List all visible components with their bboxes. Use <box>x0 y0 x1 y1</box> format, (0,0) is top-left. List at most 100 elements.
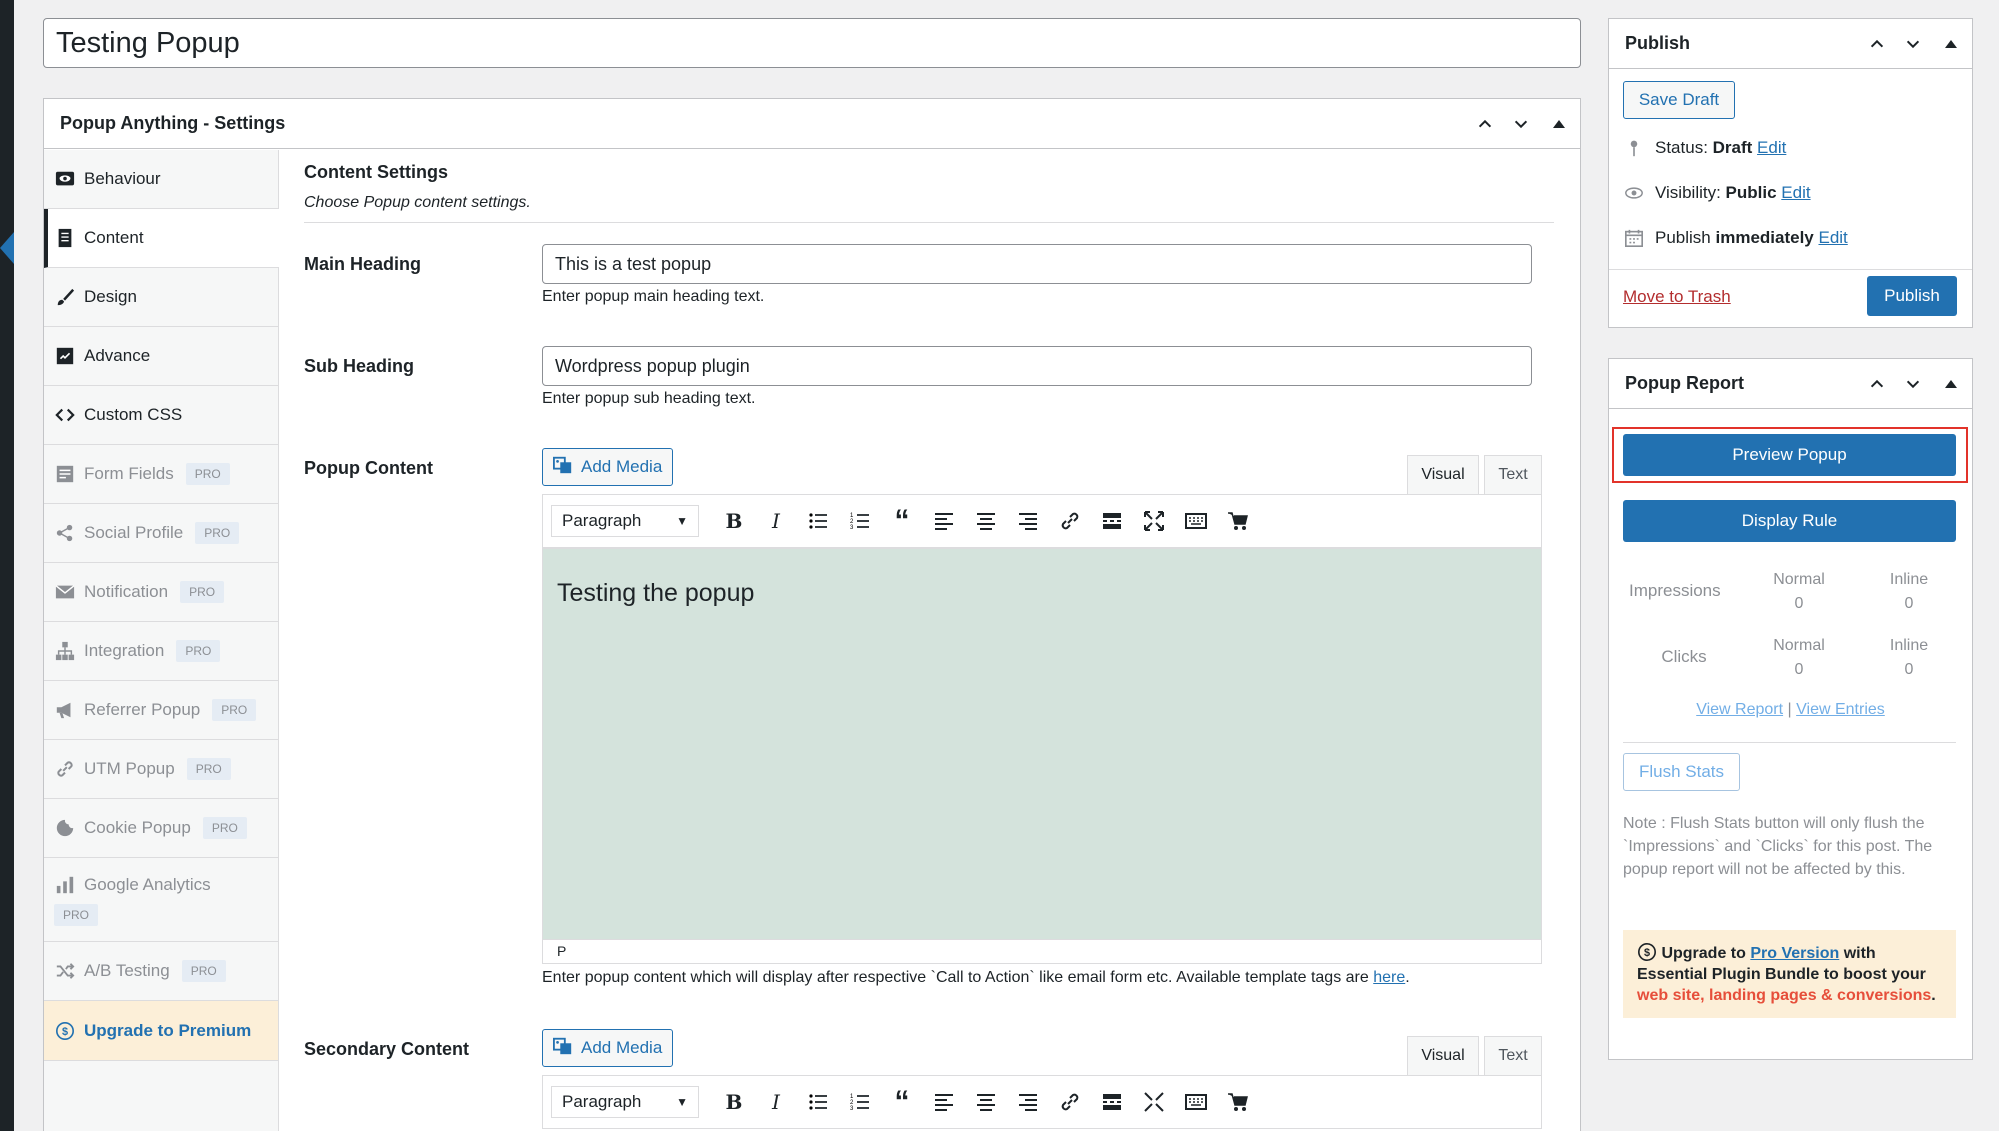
format-select[interactable]: Paragraph ▼ <box>551 505 699 537</box>
upgrade-end: . <box>1931 987 1936 1004</box>
main-heading-input[interactable]: This is a test popup <box>542 244 1532 284</box>
bullet-list-icon[interactable] <box>797 505 839 537</box>
popup-content-desc-text: Enter popup content which will display a… <box>542 969 1374 986</box>
tab-behaviour[interactable]: Behaviour <box>44 150 278 209</box>
move-down-icon[interactable] <box>1902 373 1924 395</box>
template-tags-link[interactable]: here <box>1373 969 1405 986</box>
cart-icon[interactable] <box>1217 1086 1259 1118</box>
pro-version-link[interactable]: Pro Version <box>1750 945 1839 962</box>
keyboard-icon[interactable] <box>1175 1086 1217 1118</box>
tab-cookie-popup[interactable]: Cookie Popup PRO <box>44 799 278 858</box>
italic-icon[interactable]: I <box>755 505 797 537</box>
move-down-icon[interactable] <box>1510 113 1532 135</box>
link-icon[interactable] <box>1049 1086 1091 1118</box>
tab-design[interactable]: Design <box>44 268 278 327</box>
settings-metabox-title: Popup Anything - Settings <box>60 113 286 133</box>
impressions-label: Impressions <box>1629 581 1721 600</box>
tab-custom-css[interactable]: Custom CSS <box>44 386 278 445</box>
toggle-panel-icon[interactable] <box>1938 33 1960 55</box>
save-draft-button[interactable]: Save Draft <box>1623 81 1735 119</box>
move-down-icon[interactable] <box>1902 33 1924 55</box>
view-report-link[interactable]: View Report <box>1696 701 1783 718</box>
tab-notification[interactable]: Notification PRO <box>44 563 278 622</box>
link-icon[interactable] <box>1049 505 1091 537</box>
sub-heading-input[interactable]: Wordpress popup plugin <box>542 346 1532 386</box>
publish-time-edit-link[interactable]: Edit <box>1818 228 1847 247</box>
add-media-button-secondary[interactable]: Add Media <box>542 1029 674 1067</box>
tab-label: Content <box>84 228 144 247</box>
calendar-icon <box>1623 227 1645 249</box>
align-center-icon[interactable] <box>965 1086 1007 1118</box>
add-media-button[interactable]: Add Media <box>542 448 674 486</box>
svg-text:$: $ <box>1644 947 1650 959</box>
align-right-icon[interactable] <box>1007 1086 1049 1118</box>
cart-icon[interactable] <box>1217 505 1259 537</box>
keyboard-icon[interactable] <box>1175 505 1217 537</box>
move-up-icon[interactable] <box>1866 373 1888 395</box>
tab-text[interactable]: Text <box>1484 455 1542 495</box>
form-icon <box>54 463 76 485</box>
blockquote-icon[interactable]: “ <box>881 505 923 537</box>
tab-text-secondary[interactable]: Text <box>1484 1036 1542 1076</box>
pro-badge: PRO <box>195 522 240 544</box>
tab-visual-secondary[interactable]: Visual <box>1407 1036 1479 1076</box>
tab-social-profile[interactable]: Social Profile PRO <box>44 504 278 563</box>
italic-icon[interactable]: I <box>755 1086 797 1118</box>
tab-advance[interactable]: Advance <box>44 327 278 386</box>
numbered-list-icon[interactable]: 123 <box>839 505 881 537</box>
section-title: Content Settings <box>304 162 448 182</box>
share-icon <box>54 522 76 544</box>
tab-content[interactable]: Content <box>44 209 279 268</box>
bullet-list-icon[interactable] <box>797 1086 839 1118</box>
popup-content-desc-end: . <box>1405 969 1410 986</box>
move-up-icon[interactable] <box>1866 33 1888 55</box>
format-select-secondary[interactable]: Paragraph ▼ <box>551 1086 699 1118</box>
tab-label: Social Profile <box>84 523 184 542</box>
media-icon <box>553 1036 573 1061</box>
post-title-input[interactable]: Testing Popup <box>43 18 1581 68</box>
preview-popup-button[interactable]: Preview Popup <box>1623 434 1956 476</box>
move-to-trash-link[interactable]: Move to Trash <box>1623 287 1731 307</box>
align-left-icon[interactable] <box>923 1086 965 1118</box>
tab-referrer-popup[interactable]: Referrer Popup PRO <box>44 681 278 740</box>
flush-stats-button[interactable]: Flush Stats <box>1623 753 1740 791</box>
tab-label: Advance <box>84 346 151 365</box>
toggle-panel-icon[interactable] <box>1546 113 1568 135</box>
display-rule-button[interactable]: Display Rule <box>1623 500 1956 542</box>
publish-time-label: Publish <box>1655 228 1716 247</box>
tab-integration[interactable]: Integration PRO <box>44 622 278 681</box>
align-right-icon[interactable] <box>1007 505 1049 537</box>
bold-icon[interactable]: B <box>713 505 755 537</box>
align-left-icon[interactable] <box>923 505 965 537</box>
bold-icon[interactable]: B <box>713 1086 755 1118</box>
read-more-icon[interactable] <box>1091 505 1133 537</box>
status-edit-link[interactable]: Edit <box>1757 138 1786 157</box>
tab-utm-popup[interactable]: UTM Popup PRO <box>44 740 278 799</box>
align-center-icon[interactable] <box>965 505 1007 537</box>
popup-content-editor[interactable]: Testing the popup <box>542 548 1542 940</box>
report-links: View Report | View Entries <box>1609 701 1972 719</box>
tab-label: Referrer Popup <box>84 700 201 719</box>
visibility-edit-link[interactable]: Edit <box>1781 183 1810 202</box>
fullscreen-icon[interactable] <box>1133 505 1175 537</box>
tab-ab-testing[interactable]: A/B Testing PRO <box>44 942 278 1001</box>
tab-label: Behaviour <box>84 169 161 188</box>
tab-upgrade-premium[interactable]: $ Upgrade to Premium <box>44 1001 278 1061</box>
clicks-inline-label: Inline <box>1889 637 1929 654</box>
svg-text:3: 3 <box>850 1106 854 1112</box>
move-up-icon[interactable] <box>1474 113 1496 135</box>
blockquote-icon[interactable]: “ <box>881 1086 923 1118</box>
tab-visual[interactable]: Visual <box>1407 455 1479 495</box>
fullscreen-icon[interactable] <box>1133 1086 1175 1118</box>
impressions-normal-label: Normal <box>1773 571 1825 588</box>
numbered-list-icon[interactable]: 123 <box>839 1086 881 1118</box>
toggle-panel-icon[interactable] <box>1938 373 1960 395</box>
tab-google-analytics[interactable]: Google Analytics PRO <box>44 858 278 942</box>
collapse-arrow-icon[interactable] <box>0 232 14 264</box>
settings-metabox-header: Popup Anything - Settings <box>44 99 1580 149</box>
read-more-icon[interactable] <box>1091 1086 1133 1118</box>
tab-form-fields[interactable]: Form Fields PRO <box>44 445 278 504</box>
view-entries-link[interactable]: View Entries <box>1796 701 1885 718</box>
popup-content-desc: Enter popup content which will display a… <box>542 969 1410 987</box>
publish-button[interactable]: Publish <box>1867 276 1957 316</box>
